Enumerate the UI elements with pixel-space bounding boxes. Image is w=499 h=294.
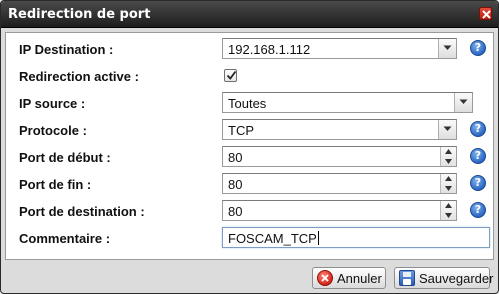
help-icon[interactable]: ? [470,175,486,191]
row-ip-destination: IP Destination : 192.168.1.112 ? [6,35,493,62]
help-icon[interactable]: ? [470,121,486,137]
redirection-active-checkbox[interactable] [224,69,237,82]
help-icon[interactable]: ? [470,202,486,218]
row-port-destination: Port de destination : 80 ? [6,197,493,224]
commentaire-value: FOSCAM_TCP [228,231,317,246]
ip-destination-select[interactable]: 192.168.1.112 [222,38,457,59]
spin-up-icon[interactable] [441,201,456,210]
row-redirection-active: Redirection active : [6,62,493,89]
chevron-down-icon[interactable] [438,39,456,58]
checkmark-icon [226,70,237,80]
spin-down-icon[interactable] [441,157,456,166]
spin-buttons [440,147,456,166]
dialog-title: Redirection de port [8,7,151,22]
cancel-button[interactable]: Annuler [312,267,386,289]
port-fin-stepper[interactable]: 80 [222,173,457,194]
cancel-button-label: Annuler [337,271,382,286]
help-icon[interactable]: ? [470,148,486,164]
ip-source-value: Toutes [228,96,267,111]
row-port-fin: Port de fin : 80 ? [6,170,493,197]
ip-source-label: IP source : [19,96,86,111]
close-icon[interactable] [479,7,492,20]
ip-destination-value: 192.168.1.112 [228,42,311,57]
port-fin-label: Port de fin : [19,177,92,192]
save-icon [399,270,415,286]
protocole-value: TCP [228,123,254,138]
port-forwarding-dialog: Redirection de port IP Destination : 192… [0,0,499,294]
chevron-down-icon[interactable] [438,120,456,139]
port-destination-value: 80 [228,204,243,219]
port-debut-label: Port de début : [19,150,111,165]
form-panel: IP Destination : 192.168.1.112 ? Redirec… [5,32,494,260]
protocole-select[interactable]: TCP [222,119,457,140]
commentaire-label: Commentaire : [19,231,111,246]
dialog-titlebar[interactable]: Redirection de port [1,1,498,28]
spin-down-icon[interactable] [441,211,456,220]
ip-source-select[interactable]: Toutes [222,92,473,113]
spin-down-icon[interactable] [441,184,456,193]
port-destination-label: Port de destination : [19,204,145,219]
port-debut-stepper[interactable]: 80 [222,146,457,167]
chevron-down-icon[interactable] [454,93,472,112]
port-destination-stepper[interactable]: 80 [222,200,457,221]
protocole-label: Protocole : [19,123,87,138]
commentaire-input[interactable]: FOSCAM_TCP [222,227,490,248]
row-port-debut: Port de début : 80 ? [6,143,493,170]
row-protocole: Protocole : TCP ? [6,116,493,143]
ip-destination-label: IP Destination : [19,42,114,57]
row-commentaire: Commentaire : FOSCAM_TCP [6,224,493,251]
redirection-active-label: Redirection active : [19,69,139,84]
help-icon[interactable]: ? [470,40,486,56]
spin-up-icon[interactable] [441,174,456,183]
port-debut-value: 80 [228,150,243,165]
row-ip-source: IP source : Toutes [6,89,493,116]
spin-buttons [440,174,456,193]
port-fin-value: 80 [228,177,243,192]
spin-up-icon[interactable] [441,147,456,156]
cancel-icon [317,270,333,286]
save-button[interactable]: Sauvegarder [394,267,494,289]
save-button-label: Sauvegarder [419,271,494,286]
spin-buttons [440,201,456,220]
text-caret [317,231,319,245]
dialog-footer: Annuler Sauvegarder [1,263,498,293]
